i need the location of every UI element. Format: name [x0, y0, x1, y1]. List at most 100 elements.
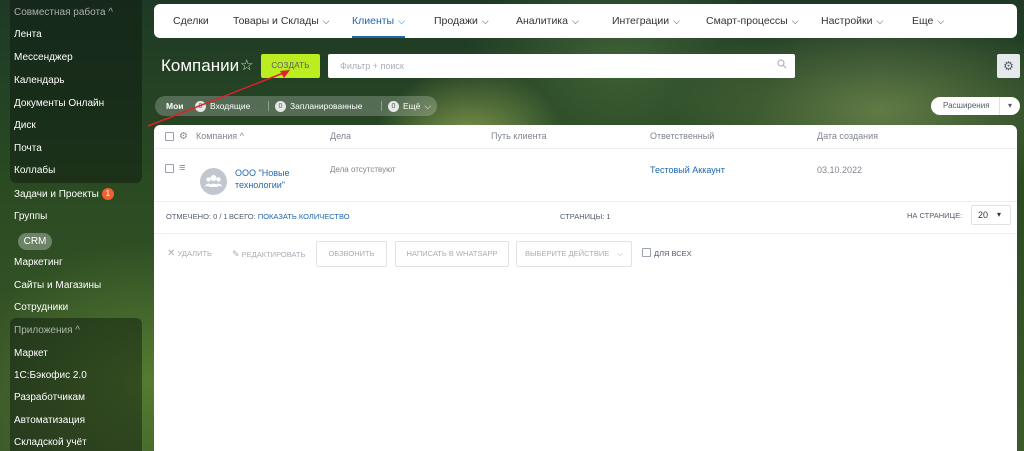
total-count: ВСЕГО: ПОКАЗАТЬ КОЛИЧЕСТВО	[229, 212, 350, 221]
sidebar-item-sites[interactable]: Сайты и Магазины	[14, 276, 138, 296]
sidebar-item-disk[interactable]: Диск	[14, 116, 138, 136]
planned-count-badge: 0	[275, 101, 286, 112]
choose-action-label: ВЫБЕРИТЕ ДЕЙСТВИЕ	[524, 249, 610, 258]
sidebar-item-crm[interactable]: CRM	[18, 233, 52, 250]
row-divider	[154, 201, 1017, 202]
choose-action-select[interactable]: ВЫБЕРИТЕ ДЕЙСТВИЕ ⌵	[516, 241, 632, 267]
column-settings-gear-icon[interactable]: ⚙	[179, 125, 188, 148]
show-count-link[interactable]: ПОКАЗАТЬ КОЛИЧЕСТВО	[258, 212, 350, 221]
page-title: Компании	[161, 56, 240, 75]
tab-products[interactable]: Товары и Склады ⌵	[233, 4, 330, 38]
sidebar-item-developers[interactable]: Разработчикам	[14, 388, 138, 408]
search-icon[interactable]	[777, 59, 787, 69]
for-all-checkbox[interactable]	[642, 248, 651, 257]
tab-clients[interactable]: Клиенты ⌵	[352, 4, 405, 38]
header-divider	[154, 148, 1017, 149]
sidebar-item-automation[interactable]: Автоматизация	[14, 411, 138, 431]
row-menu-icon[interactable]: ≡	[179, 162, 185, 174]
for-all-label: ДЛЯ ВСЕХ	[654, 249, 692, 258]
companies-grid-panel: ⚙ Компания ^ Дела Путь клиента Ответстве…	[154, 125, 1017, 451]
company-users-icon	[204, 175, 223, 187]
column-header-deals[interactable]: Дела	[330, 125, 351, 148]
tab-analytics[interactable]: Аналитика ⌵	[516, 4, 579, 38]
create-button[interactable]: СОЗДАТЬ	[261, 54, 320, 78]
column-header-client-path[interactable]: Путь клиента	[491, 125, 547, 148]
star-icon[interactable]: ☆	[240, 56, 253, 74]
tab-integrations[interactable]: Интеграции ⌵	[612, 4, 680, 38]
sidebar-item-tasks-label: Задачи и Проекты	[14, 189, 99, 200]
call-button[interactable]: ОБЗВОНИТЬ	[316, 241, 387, 267]
per-page-select[interactable]: 20 ▾	[971, 205, 1011, 225]
sidebar-item-warehouse[interactable]: Складской учёт	[14, 433, 138, 451]
chevron-down-icon: ⌵	[937, 16, 945, 26]
for-all-toggle[interactable]: ДЛЯ ВСЕХ	[642, 241, 692, 267]
counter-incoming[interactable]: 0 Входящие	[195, 96, 250, 116]
tab-analytics-label: Аналитика	[516, 15, 568, 27]
whatsapp-button[interactable]: НАПИСАТЬ В WHATSAPP	[395, 241, 509, 267]
edit-action[interactable]: ✎ РЕДАКТИРОВАТЬ	[232, 241, 305, 267]
sidebar-item-docs-online[interactable]: Документы Онлайн	[14, 94, 138, 114]
tab-more-label: Еще	[912, 15, 934, 27]
sidebar-group-head-apps[interactable]: Приложения ^	[14, 321, 138, 341]
chevron-down-icon: ⌵	[322, 16, 330, 26]
deals-cell: Дела отсутствуют	[330, 165, 396, 174]
pencil-icon: ✎	[232, 249, 240, 259]
sidebar-item-mail[interactable]: Почта	[14, 139, 138, 159]
sidebar-item-messenger[interactable]: Мессенджер	[14, 48, 138, 68]
chevron-down-icon: ⌵	[424, 101, 432, 111]
edit-label: РЕДАКТИРОВАТЬ	[241, 250, 306, 259]
counter-more[interactable]: 0 Ещё ⌵	[388, 96, 431, 116]
chevron-down-icon[interactable]: ▾	[999, 97, 1020, 115]
left-sidebar: Совместная работа ^ Лента Мессенджер Кал…	[0, 0, 146, 451]
pages-indicator: СТРАНИЦЫ: 1	[560, 212, 611, 221]
top-navigation: Сделки Товары и Склады ⌵ Клиенты ⌵ Продажи…	[154, 4, 1017, 38]
tab-smart-processes[interactable]: Смарт-процессы ⌵	[706, 4, 799, 38]
search-input[interactable]	[328, 54, 768, 78]
counters-bar: Мои 0 Входящие 0 Запланированные 0 Ещё ⌵	[155, 96, 437, 116]
sidebar-item-feed[interactable]: Лента	[14, 25, 138, 45]
chevron-down-icon: ⌵	[876, 16, 884, 26]
sidebar-item-calendar[interactable]: Календарь	[14, 71, 138, 91]
column-header-created[interactable]: Дата создания	[817, 125, 878, 148]
sidebar-item-tasks[interactable]: Задачи и Проекты 1	[14, 185, 138, 205]
counter-planned-label: Запланированные	[290, 101, 363, 111]
sidebar-item-market[interactable]: Маркет	[14, 344, 138, 364]
sidebar-item-employees[interactable]: Сотрудники	[14, 298, 138, 318]
company-name-line1: ООО "Новые	[235, 168, 290, 178]
delete-label: УДАЛИТЬ	[177, 249, 212, 258]
more-count-badge: 0	[388, 101, 399, 112]
marked-count: ОТМЕЧЕНО: 0 / 1	[166, 212, 228, 221]
sidebar-item-1c-backoffice[interactable]: 1С:Бэкофис 2.0	[14, 366, 138, 386]
close-icon: ✕	[167, 248, 176, 259]
sidebar-group-head-collaboration[interactable]: Совместная работа ^	[14, 3, 138, 23]
company-avatar	[200, 168, 227, 195]
footer-divider	[154, 233, 1017, 234]
chevron-down-icon: ⌵	[673, 16, 680, 26]
tab-settings-label: Настройки	[821, 15, 873, 27]
incoming-count-badge: 0	[195, 101, 206, 112]
row-checkbox[interactable]	[165, 164, 174, 173]
counter-mine[interactable]: Мои	[166, 96, 184, 116]
select-all-checkbox[interactable]	[165, 132, 174, 141]
company-name-link[interactable]: ООО "Новые технологии"	[235, 168, 289, 190]
gear-icon: ⚙	[1003, 59, 1014, 73]
tab-settings[interactable]: Настройки ⌵	[821, 4, 883, 38]
tab-deals[interactable]: Сделки	[173, 4, 209, 38]
counter-incoming-label: Входящие	[210, 101, 251, 111]
sidebar-item-marketing[interactable]: Маркетинг	[14, 253, 138, 273]
sidebar-item-groups[interactable]: Группы	[14, 207, 138, 227]
settings-gear-button[interactable]: ⚙	[997, 54, 1020, 78]
extensions-label: Расширения	[943, 101, 990, 110]
tab-more[interactable]: Еще ⌵	[912, 4, 944, 38]
delete-action[interactable]: ✕ УДАЛИТЬ	[167, 241, 212, 267]
chevron-down-icon: ⌵	[571, 16, 579, 26]
tab-sales[interactable]: Продажи ⌵	[434, 4, 489, 38]
column-header-responsible[interactable]: Ответственный	[650, 125, 714, 148]
filter-search-box[interactable]	[328, 54, 795, 78]
company-name-line2: технологии"	[235, 180, 285, 190]
extensions-button[interactable]: Расширения ▾	[931, 97, 1020, 115]
counter-planned[interactable]: 0 Запланированные	[275, 96, 362, 116]
responsible-link[interactable]: Тестовый Аккаунт	[650, 165, 725, 175]
sidebar-item-collabs[interactable]: Коллабы	[14, 161, 138, 181]
column-header-company[interactable]: Компания ^	[196, 125, 244, 148]
